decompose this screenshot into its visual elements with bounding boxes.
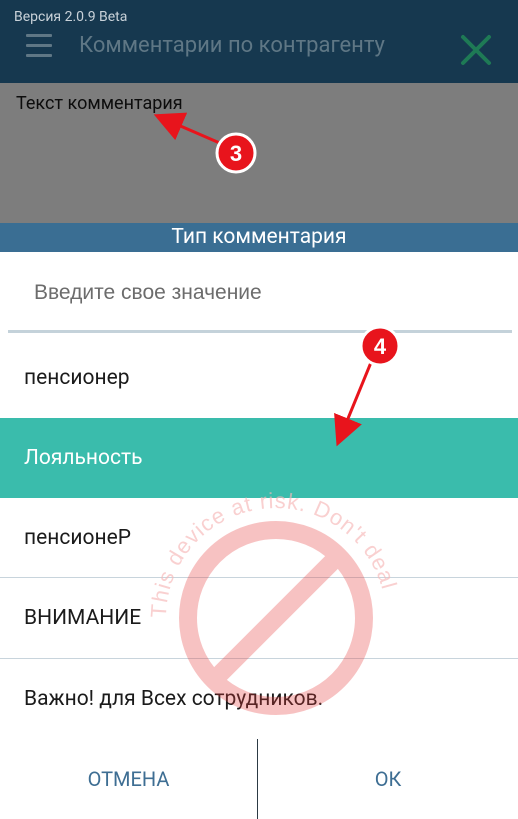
list-item-label: ВНИМАНИЕ [24, 606, 142, 630]
list-item-label: Важно! для Всех сотрудников. [24, 687, 324, 711]
ok-button[interactable]: ОК [258, 739, 518, 819]
hamburger-menu-icon[interactable] [26, 34, 52, 58]
list-item-important[interactable]: Важно! для Всех сотрудников. [0, 659, 518, 739]
custom-value-input[interactable] [20, 261, 500, 325]
close-x-icon[interactable] [458, 32, 494, 68]
list-item-pensioner[interactable]: пенсионер [0, 338, 518, 418]
list-item-attention[interactable]: ВНИМАНИЕ [0, 578, 518, 658]
list-item-label: пенсионеР [24, 526, 131, 550]
comment-field-area: Текст комментария [0, 83, 518, 223]
comment-type-dialog: Тип комментария пенсионер Лояльность пен… [0, 223, 518, 819]
list-item-loyalty[interactable]: Лояльность [0, 418, 518, 498]
cancel-button[interactable]: ОТМЕНА [0, 739, 257, 819]
list-item-label: Лояльность [24, 446, 143, 470]
list-item-label: пенсионер [24, 366, 130, 390]
input-underline [8, 330, 512, 333]
dialog-button-row: ОТМЕНА ОК [0, 739, 518, 819]
page-title: Комментарии по контрагенту [79, 33, 385, 58]
comment-field-label: Текст комментария [16, 93, 183, 114]
version-label: Версия 2.0.9 Beta [14, 9, 128, 25]
list-item-pensioner-2[interactable]: пенсионеР [0, 498, 518, 578]
dialog-title: Тип комментария [0, 223, 518, 252]
app-bar: Версия 2.0.9 Beta Комментарии по контраг… [0, 0, 518, 83]
